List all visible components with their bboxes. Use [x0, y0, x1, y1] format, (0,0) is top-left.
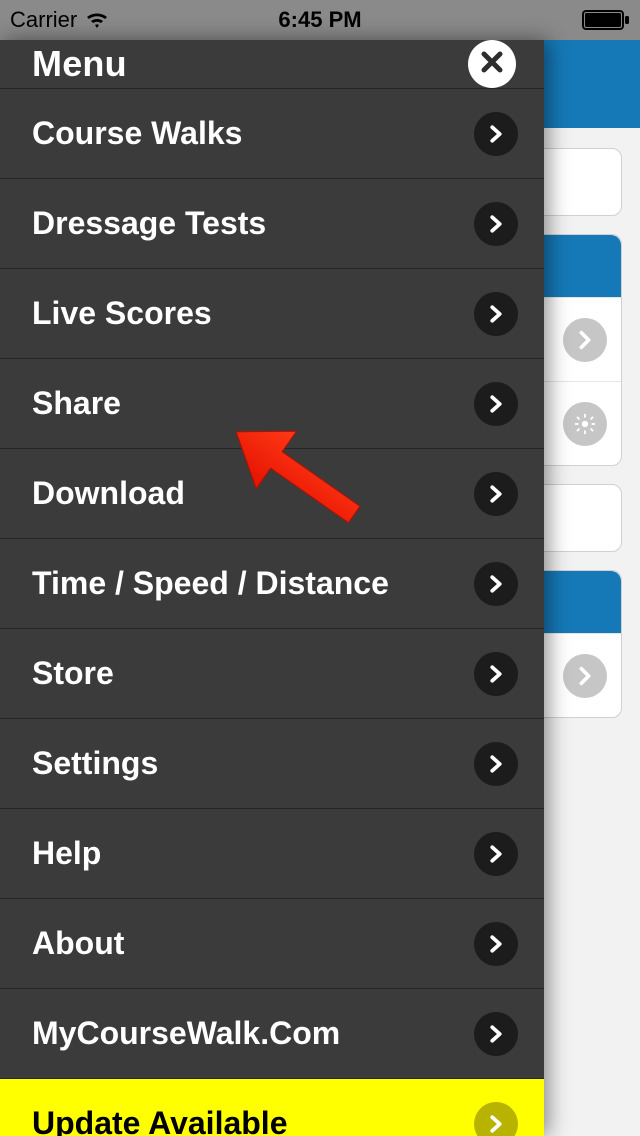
- menu-item-live-scores[interactable]: Live Scores: [0, 269, 544, 359]
- chevron-right-icon: [474, 112, 518, 156]
- menu-item-about[interactable]: About: [0, 899, 544, 989]
- close-menu-button[interactable]: [468, 40, 516, 88]
- menu-item-help[interactable]: Help: [0, 809, 544, 899]
- chevron-right-icon: [474, 562, 518, 606]
- menu-item-download[interactable]: Download: [0, 449, 544, 539]
- chevron-right-icon: [474, 832, 518, 876]
- menu-item-label: Time / Speed / Distance: [32, 565, 389, 602]
- chevron-right-icon: [474, 1102, 518, 1136]
- chevron-right-icon: [474, 742, 518, 786]
- menu-list: Course Walks Dressage Tests Live Scores …: [0, 89, 544, 1136]
- menu-item-time-speed-distance[interactable]: Time / Speed / Distance: [0, 539, 544, 629]
- chevron-right-icon: [474, 202, 518, 246]
- menu-item-label: Update Available: [32, 1105, 287, 1136]
- menu-item-label: MyCourseWalk.Com: [32, 1015, 340, 1052]
- menu-item-course-walks[interactable]: Course Walks: [0, 89, 544, 179]
- menu-item-update-available[interactable]: Update Available: [0, 1079, 544, 1136]
- chevron-right-icon[interactable]: [563, 654, 607, 698]
- menu-item-label: Share: [32, 385, 121, 422]
- chevron-right-icon[interactable]: [563, 318, 607, 362]
- menu-item-label: Help: [32, 835, 101, 872]
- status-bar: Carrier 6:45 PM: [0, 0, 640, 40]
- menu-item-label: Store: [32, 655, 114, 692]
- menu-item-label: Settings: [32, 745, 158, 782]
- menu-item-mycoursewalk[interactable]: MyCourseWalk.Com: [0, 989, 544, 1079]
- chevron-right-icon: [474, 292, 518, 336]
- gear-icon[interactable]: [563, 402, 607, 446]
- menu-item-label: Live Scores: [32, 295, 212, 332]
- chevron-right-icon: [474, 1012, 518, 1056]
- chevron-right-icon: [474, 472, 518, 516]
- menu-item-share[interactable]: Share: [0, 359, 544, 449]
- menu-item-settings[interactable]: Settings: [0, 719, 544, 809]
- menu-header: Menu: [0, 40, 544, 89]
- chevron-right-icon: [474, 382, 518, 426]
- side-menu-drawer: Menu Course Walks Dressage Tests Live Sc…: [0, 40, 544, 1136]
- chevron-right-icon: [474, 922, 518, 966]
- clock-label: 6:45 PM: [0, 7, 640, 33]
- menu-item-dressage-tests[interactable]: Dressage Tests: [0, 179, 544, 269]
- menu-item-label: Course Walks: [32, 115, 242, 152]
- menu-title: Menu: [32, 43, 127, 85]
- menu-item-store[interactable]: Store: [0, 629, 544, 719]
- menu-item-label: Download: [32, 475, 185, 512]
- menu-item-label: About: [32, 925, 124, 962]
- menu-item-label: Dressage Tests: [32, 205, 266, 242]
- chevron-right-icon: [474, 652, 518, 696]
- close-icon: [480, 50, 504, 79]
